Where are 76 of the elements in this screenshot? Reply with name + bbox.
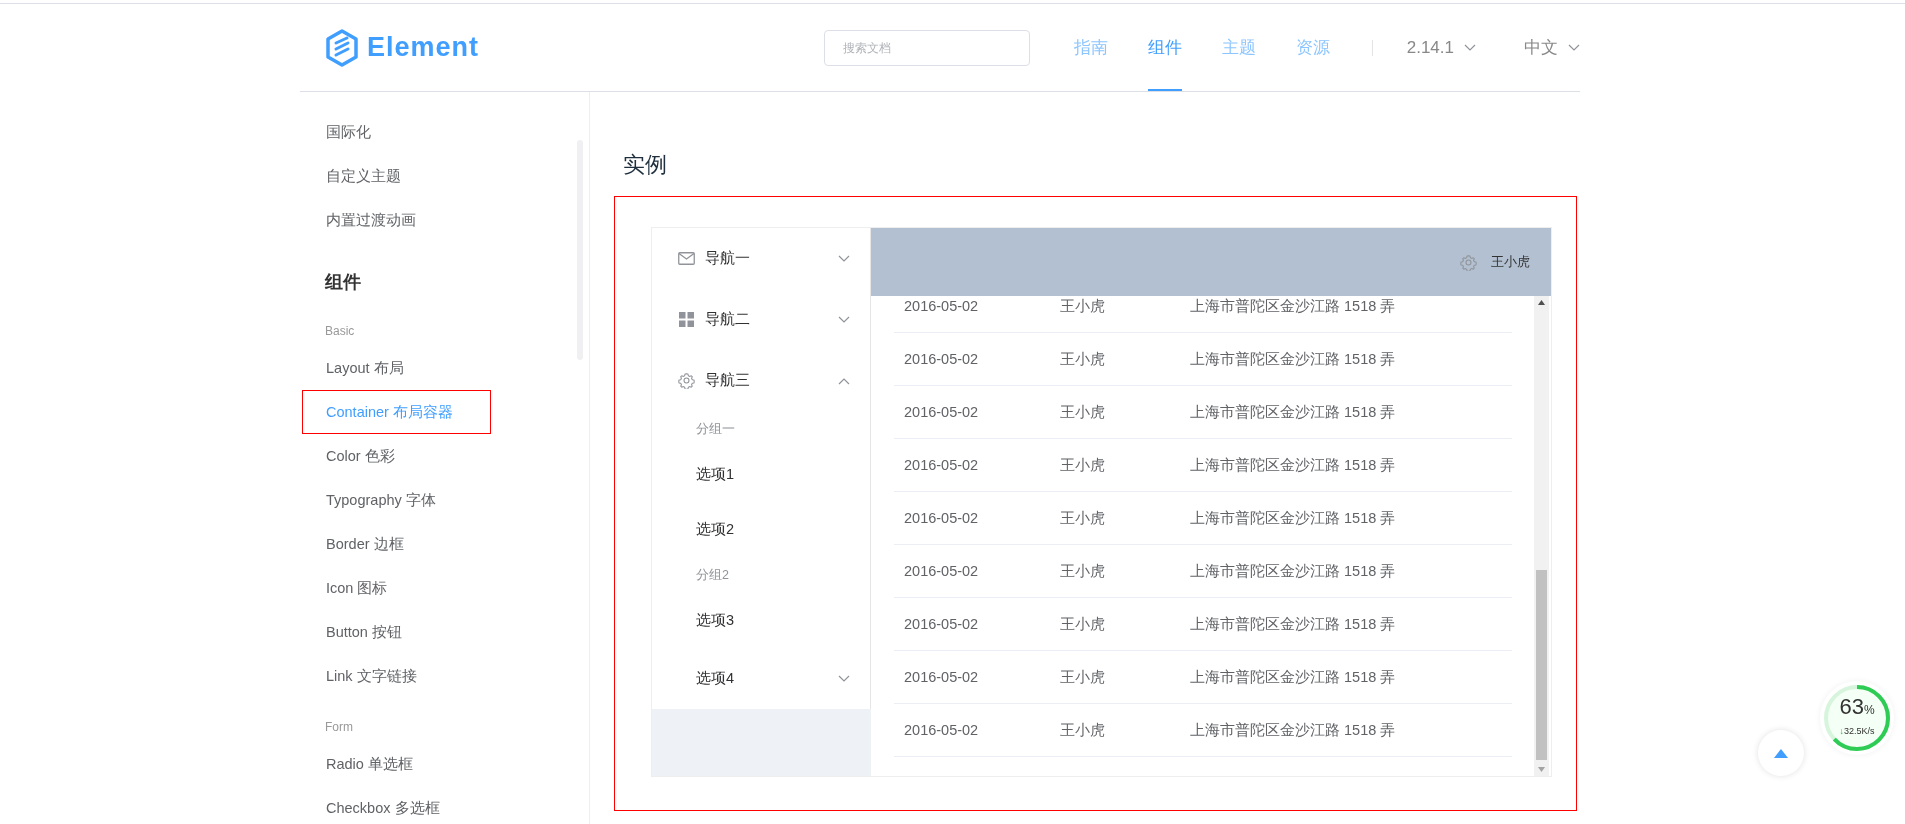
version-dropdown[interactable]: 2.14.1 <box>1406 37 1476 58</box>
table-cell: 上海市普陀区金沙江路 1518 弄 <box>1180 438 1512 492</box>
table-cell: 上海市普陀区金沙江路 1518 弄 <box>1180 597 1512 651</box>
grid-icon <box>679 312 694 327</box>
table-cell: 王小虎 <box>1050 491 1180 545</box>
table-cell: 2016-05-02 <box>894 650 1050 704</box>
menu-item[interactable]: 选项1 <box>652 447 870 502</box>
caret-icon <box>838 315 850 324</box>
caret-icon <box>838 254 850 263</box>
table-cell: 2016-05-02 <box>894 544 1050 598</box>
caret-icon <box>838 674 850 683</box>
back-to-top-button[interactable] <box>1758 730 1804 776</box>
hexagon-logo-icon <box>325 28 359 67</box>
language-dropdown[interactable]: 中文 <box>1524 36 1580 59</box>
table-cell: 王小虎 <box>1050 703 1180 757</box>
table-cell: 2016-05-02 <box>894 491 1050 545</box>
submenu-title[interactable]: 选项4 <box>652 648 870 709</box>
table-cell: 上海市普陀区金沙江路 1518 弄 <box>1180 544 1512 598</box>
table-cell: 2016-05-02 <box>894 703 1050 757</box>
meter-percent: 63% <box>1839 695 1875 721</box>
user-name: 王小虎 <box>1491 253 1530 271</box>
table-cell: 王小虎 <box>1050 296 1180 333</box>
submenu-title[interactable]: 导航三 <box>652 350 870 411</box>
menu-group-title: 分组一 <box>695 421 736 438</box>
submenu-title[interactable]: 导航二 <box>652 289 870 350</box>
table-cell: 王小虎 <box>1050 597 1180 651</box>
table-cell: 上海市普陀区金沙江路 1518 弄 <box>1180 491 1512 545</box>
sidebar-link[interactable]: Color 色彩 <box>302 434 491 478</box>
section-title: 实例 <box>623 152 668 178</box>
search-field[interactable]: 搜索文档 <box>823 29 1030 66</box>
table-cell: 王小虎 <box>1050 544 1180 598</box>
submenu-title[interactable]: 导航一 <box>652 228 870 289</box>
table-cell: 王小虎 <box>1050 438 1180 492</box>
sidebar-link[interactable]: Radio 单选框 <box>302 742 491 786</box>
sidebar-link[interactable]: Border 边框 <box>302 522 491 566</box>
table-cell: 上海市普陀区金沙江路 1518 弄 <box>1180 385 1512 439</box>
sidebar-link[interactable]: Typography 字体 <box>302 478 491 522</box>
table-cell: 上海市普陀区金沙江路 1518 弄 <box>1180 703 1512 757</box>
table-cell: 王小虎 <box>1050 332 1180 386</box>
sidebar-category: Form <box>325 719 353 736</box>
scroll-down-icon[interactable] <box>1538 767 1545 772</box>
table-cell: 2016-05-02 <box>894 438 1050 492</box>
sidebar-link[interactable]: 内置过渡动画 <box>302 198 491 242</box>
envelope-icon <box>678 252 695 265</box>
table-cell: 2016-05-02 <box>894 332 1050 386</box>
sidebar-heading: 组件 <box>325 271 361 294</box>
logo-text: Element <box>367 32 480 63</box>
sidebar-link[interactable]: Button 按钮 <box>302 610 491 654</box>
menu-item[interactable]: 选项2 <box>652 502 870 557</box>
table-cell: 2016-05-02 <box>894 385 1050 439</box>
sidebar-category: Basic <box>325 323 355 340</box>
sidebar-link[interactable]: Checkbox 多选框 <box>302 786 491 824</box>
table-cell: 2016-05-02 <box>894 296 1050 333</box>
table-cell: 王小虎 <box>1050 650 1180 704</box>
scroll-up-icon[interactable] <box>1538 300 1545 305</box>
table-cell: 上海市普陀区金沙江路 1518 弄 <box>1180 332 1512 386</box>
sidebar-link[interactable]: Icon 图标 <box>302 566 491 610</box>
table-cell: 上海市普陀区金沙江路 1518 弄 <box>1180 650 1512 704</box>
menu-group-title: 分组2 <box>695 567 730 584</box>
table-cell: 2016-05-02 <box>894 597 1050 651</box>
sidebar-link[interactable]: Layout 布局 <box>302 346 491 390</box>
gear-icon <box>1460 253 1477 271</box>
menu-item[interactable]: 选项3 <box>652 593 870 648</box>
caret-icon <box>1568 43 1580 52</box>
gear-icon <box>678 372 695 389</box>
table-cell: 王小虎 <box>1050 385 1180 439</box>
caret-up-icon <box>1774 748 1788 758</box>
sidebar-link[interactable]: 国际化 <box>302 110 491 154</box>
caret-icon <box>1464 43 1476 52</box>
scroll-thumb[interactable] <box>1536 570 1547 760</box>
sidebar-link[interactable]: Link 文字链接 <box>302 654 491 698</box>
sidebar-link[interactable]: 自定义主题 <box>302 154 491 198</box>
table-scrollbar[interactable] <box>1534 296 1549 776</box>
table-cell: 上海市普陀区金沙江路 1518 弄 <box>1180 296 1512 333</box>
caret-icon <box>838 376 850 385</box>
meter-speed: ↓32.5K/s <box>1839 725 1875 737</box>
